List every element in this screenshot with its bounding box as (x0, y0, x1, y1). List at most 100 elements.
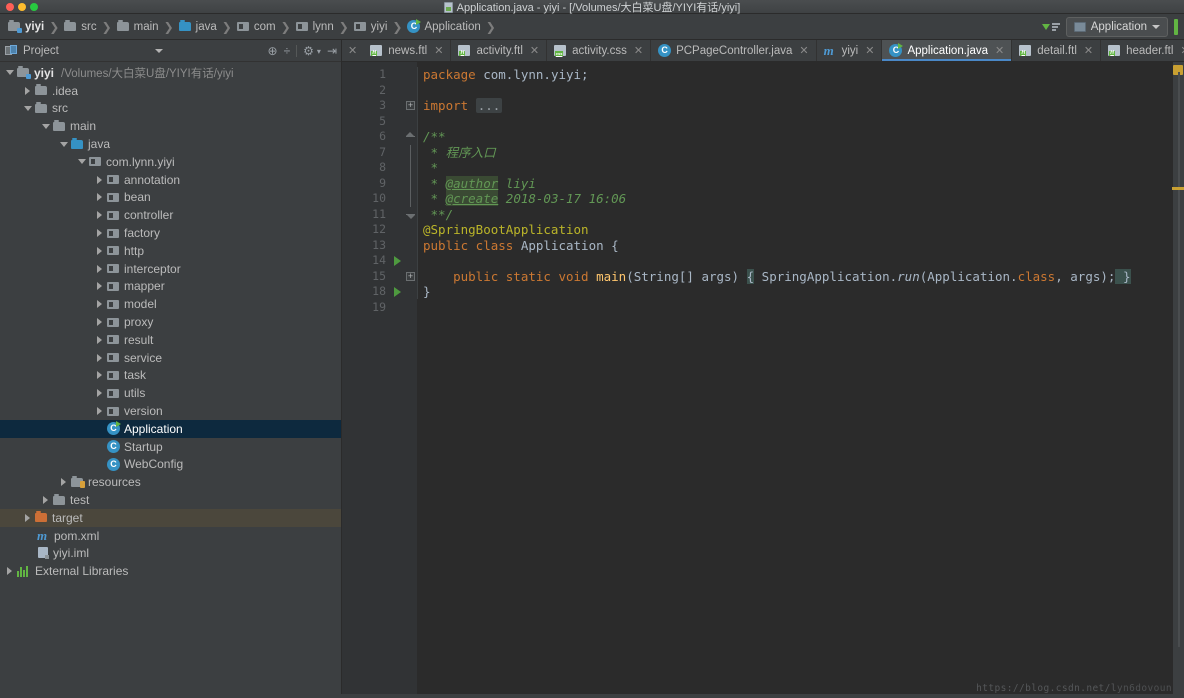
tree-row-mapper[interactable]: mapper (0, 278, 341, 296)
close-icon[interactable]: ✕ (530, 44, 539, 57)
tab-pcpagecontroller-java[interactable]: C PCPageController.java ✕ (651, 40, 817, 61)
close-icon[interactable]: ✕ (434, 44, 443, 57)
settings-gear-icon[interactable]: ⚙ (303, 45, 314, 57)
tree-row-idea[interactable]: .idea (0, 82, 341, 100)
breadcrumb-item-main[interactable]: main (115, 17, 161, 37)
twisty-right-icon[interactable] (4, 567, 15, 576)
breadcrumb-item-application[interactable]: C Application (405, 17, 482, 37)
tree-row-pom-xml[interactable]: m pom.xml (0, 527, 341, 545)
close-icon[interactable]: ✕ (1180, 44, 1184, 57)
twisty-down-icon[interactable] (22, 105, 33, 111)
tree-row-target[interactable]: target (0, 508, 341, 527)
tree-row-com-lynn-yiyi[interactable]: com.lynn.yiyi (0, 153, 341, 171)
tab-activity-ftl[interactable]: H activity.ftl ✕ (451, 40, 548, 61)
editor-marker-bar[interactable] (1172, 62, 1184, 694)
traffic-lights[interactable] (6, 2, 38, 11)
tree-row-model[interactable]: model (0, 295, 341, 313)
tree-row-external-libraries[interactable]: External Libraries (0, 562, 341, 580)
tree-row-result[interactable]: result (0, 331, 341, 349)
editor-scrollbar-thumb[interactable] (1178, 72, 1180, 647)
run-class-gutter-icon[interactable] (393, 255, 401, 266)
breadcrumb-item-java[interactable]: java (177, 17, 219, 37)
breadcrumb-item-com[interactable]: com (235, 17, 278, 37)
tree-row-http[interactable]: http (0, 242, 341, 260)
twisty-right-icon[interactable] (58, 478, 69, 487)
twisty-right-icon[interactable] (94, 407, 105, 416)
close-icon[interactable]: ✕ (799, 44, 808, 57)
collapse-all-icon[interactable]: ÷ (284, 45, 291, 57)
twisty-right-icon[interactable] (94, 318, 105, 327)
tab-header-ftl[interactable]: H header.ftl ✕ (1101, 40, 1184, 61)
run-button[interactable] (1174, 19, 1178, 35)
twisty-right-icon[interactable] (94, 211, 105, 220)
tree-row-service[interactable]: service (0, 349, 341, 367)
twisty-right-icon[interactable] (94, 229, 105, 238)
tab-news-ftl[interactable]: H news.ftl ✕ (363, 40, 452, 61)
tree-row-application[interactable]: C Application (0, 419, 341, 438)
code-editor[interactable]: 1 2 3 5 6 7 8 9 10 11 12 13 14 15 18 19 (342, 62, 1184, 694)
tree-row-yiyi-iml[interactable]: yiyi.iml (0, 545, 341, 563)
tree-row-version[interactable]: version (0, 402, 341, 420)
locate-icon[interactable]: ⊕ (268, 45, 278, 57)
twisty-down-icon[interactable] (76, 159, 87, 165)
tree-row-yiyi[interactable]: yiyi /Volumes/大白菜U盘/YIYI有话/yiyi (0, 64, 341, 82)
tree-row-proxy[interactable]: proxy (0, 313, 341, 331)
breadcrumb-item-src[interactable]: src (62, 17, 98, 37)
chevron-down-icon[interactable]: ▾ (317, 47, 321, 56)
twisty-right-icon[interactable] (94, 353, 105, 362)
tree-row-startup[interactable]: C Startup (0, 438, 341, 456)
breadcrumb-item-lynn[interactable]: lynn (294, 17, 336, 37)
tree-row-annotation[interactable]: annotation (0, 171, 341, 189)
maximize-window-button[interactable] (30, 2, 38, 11)
fold-end-icon[interactable] (406, 210, 415, 219)
twisty-right-icon[interactable] (94, 264, 105, 273)
twisty-right-icon[interactable] (40, 496, 51, 505)
tree-row-main[interactable]: main (0, 117, 341, 135)
collapsed-imports[interactable]: ... (475, 98, 503, 113)
close-icon[interactable]: ✕ (342, 40, 363, 61)
tree-row-resources[interactable]: resources (0, 473, 341, 491)
breadcrumb-item-yiyi-package[interactable]: yiyi (352, 17, 390, 37)
fold-expand-icon[interactable]: + (406, 271, 415, 281)
tree-row-interceptor[interactable]: interceptor (0, 260, 341, 278)
chevron-down-icon[interactable] (155, 49, 163, 53)
tab-application-java[interactable]: C Application.java ✕ (882, 40, 1013, 61)
close-icon[interactable]: ✕ (995, 44, 1004, 57)
twisty-right-icon[interactable] (94, 246, 105, 255)
twisty-right-icon[interactable] (94, 300, 105, 309)
minimize-window-button[interactable] (18, 2, 26, 11)
tree-row-utils[interactable]: utils (0, 384, 341, 402)
tree-row-factory[interactable]: factory (0, 224, 341, 242)
fold-collapse-icon[interactable] (406, 132, 415, 141)
twisty-right-icon[interactable] (94, 389, 105, 398)
tree-row-src[interactable]: src (0, 100, 341, 118)
fold-expand-icon[interactable]: + (406, 101, 415, 111)
twisty-right-icon[interactable] (94, 175, 105, 184)
tree-row-task[interactable]: task (0, 367, 341, 385)
tab-detail-ftl[interactable]: H detail.ftl ✕ (1012, 40, 1102, 61)
twisty-right-icon[interactable] (94, 335, 105, 344)
run-method-gutter-icon[interactable] (393, 286, 401, 297)
twisty-down-icon[interactable] (58, 141, 69, 147)
twisty-right-icon[interactable] (94, 282, 105, 291)
update-project-icon[interactable] (1041, 23, 1060, 31)
twisty-down-icon[interactable] (4, 70, 15, 76)
twisty-right-icon[interactable] (94, 193, 105, 202)
twisty-right-icon[interactable] (94, 371, 105, 380)
tree-row-webconfig[interactable]: C WebConfig (0, 456, 341, 474)
close-icon[interactable]: ✕ (634, 44, 643, 57)
tab-yiyi-pom[interactable]: m yiyi ✕ (817, 40, 883, 61)
close-icon[interactable]: ✕ (1084, 44, 1093, 57)
tree-row-test[interactable]: test (0, 491, 341, 509)
tree-row-controller[interactable]: controller (0, 206, 341, 224)
close-window-button[interactable] (6, 2, 14, 11)
twisty-right-icon[interactable] (22, 513, 33, 522)
tree-row-bean[interactable]: bean (0, 189, 341, 207)
close-icon[interactable]: ✕ (865, 44, 874, 57)
warning-stripe-marker[interactable] (1172, 187, 1184, 190)
twisty-down-icon[interactable] (40, 123, 51, 129)
tab-activity-css[interactable]: css activity.css ✕ (547, 40, 652, 61)
tree-row-java[interactable]: java (0, 135, 341, 153)
twisty-right-icon[interactable] (22, 86, 33, 95)
code-text[interactable]: package com.lynn.yiyi; import ... /** * … (417, 62, 1172, 694)
